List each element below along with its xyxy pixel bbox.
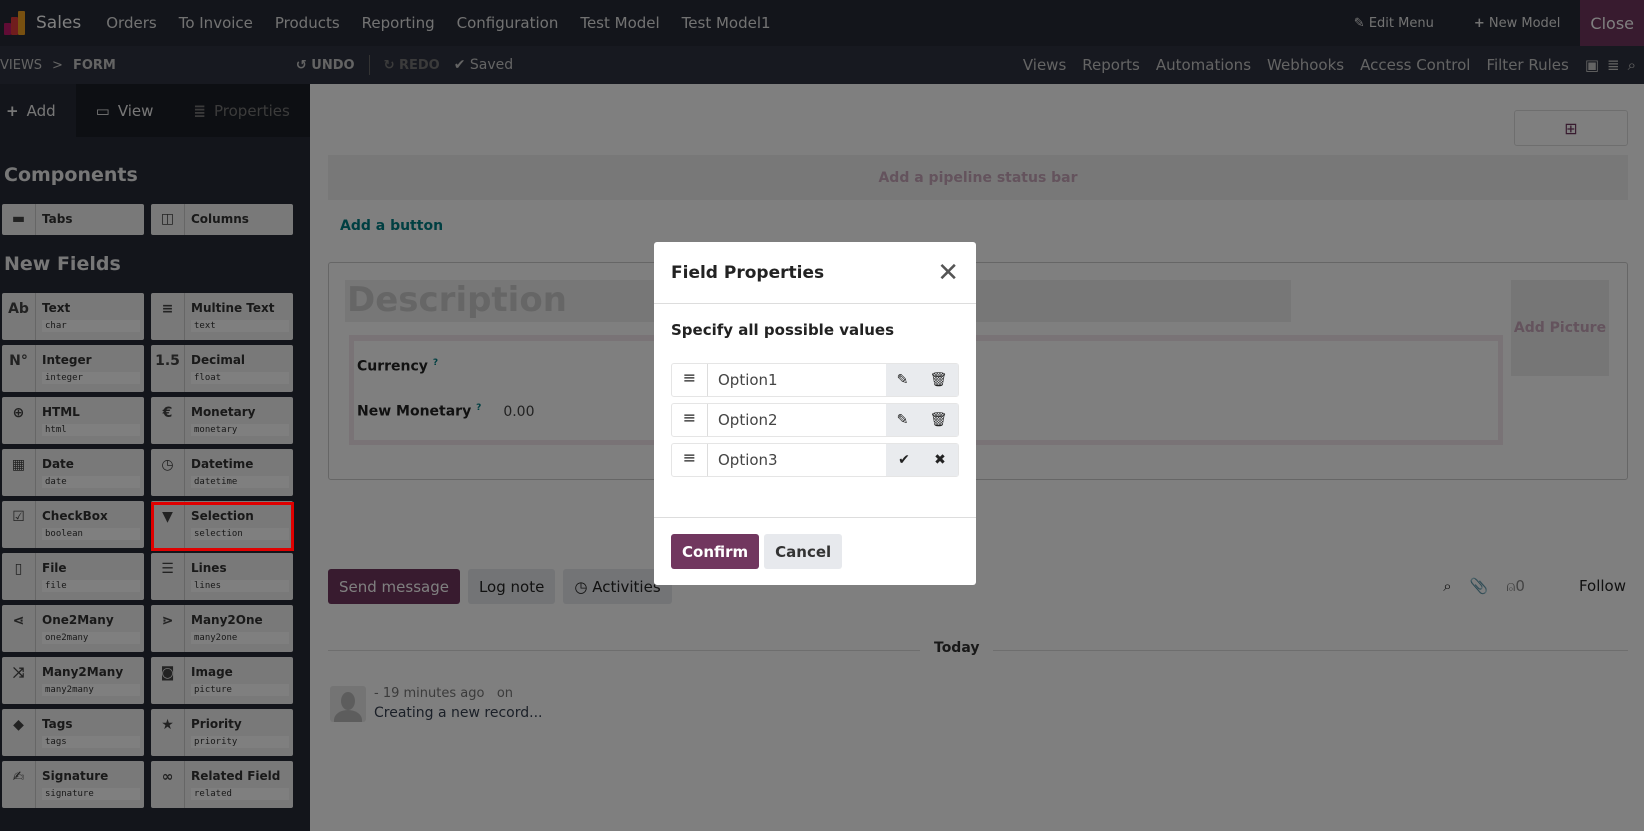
options-list: ≡ Option1 ✎ 🗑 ≡ Option2 ✎ 🗑 ≡ Option3 ✔ ✖	[671, 363, 959, 477]
selection-highlight	[151, 502, 294, 551]
trash-icon[interactable]: 🗑	[930, 372, 948, 388]
drag-handle-icon[interactable]: ≡	[672, 444, 708, 476]
option-actions: ✎ 🗑	[886, 404, 958, 436]
option-actions: ✔ ✖	[886, 444, 958, 476]
discard-option-icon[interactable]: ✖	[934, 452, 946, 468]
drag-handle-icon[interactable]: ≡	[672, 364, 708, 396]
trash-icon[interactable]: 🗑	[930, 412, 948, 428]
option-input[interactable]: Option2	[708, 404, 886, 436]
confirm-button[interactable]: Confirm	[671, 534, 760, 569]
option-input[interactable]: Option1	[708, 364, 886, 396]
option-row: ≡ Option1 ✎ 🗑	[671, 363, 959, 397]
edit-icon[interactable]: ✎	[897, 372, 909, 388]
confirm-option-icon[interactable]: ✔	[898, 452, 910, 468]
option-row: ≡ Option2 ✎ 🗑	[671, 403, 959, 437]
drag-handle-icon[interactable]: ≡	[672, 404, 708, 436]
option-row: ≡ Option3 ✔ ✖	[671, 443, 959, 477]
dialog-title: Field Properties	[671, 262, 825, 283]
dialog-subtitle: Specify all possible values	[671, 321, 895, 339]
option-input[interactable]: Option3	[708, 444, 886, 476]
edit-icon[interactable]: ✎	[897, 412, 909, 428]
option-actions: ✎ 🗑	[886, 364, 958, 396]
close-icon[interactable]: ✕	[937, 258, 959, 288]
field-properties-dialog: Field Properties ✕ Specify all possible v…	[654, 242, 976, 585]
cancel-button[interactable]: Cancel	[764, 534, 843, 569]
